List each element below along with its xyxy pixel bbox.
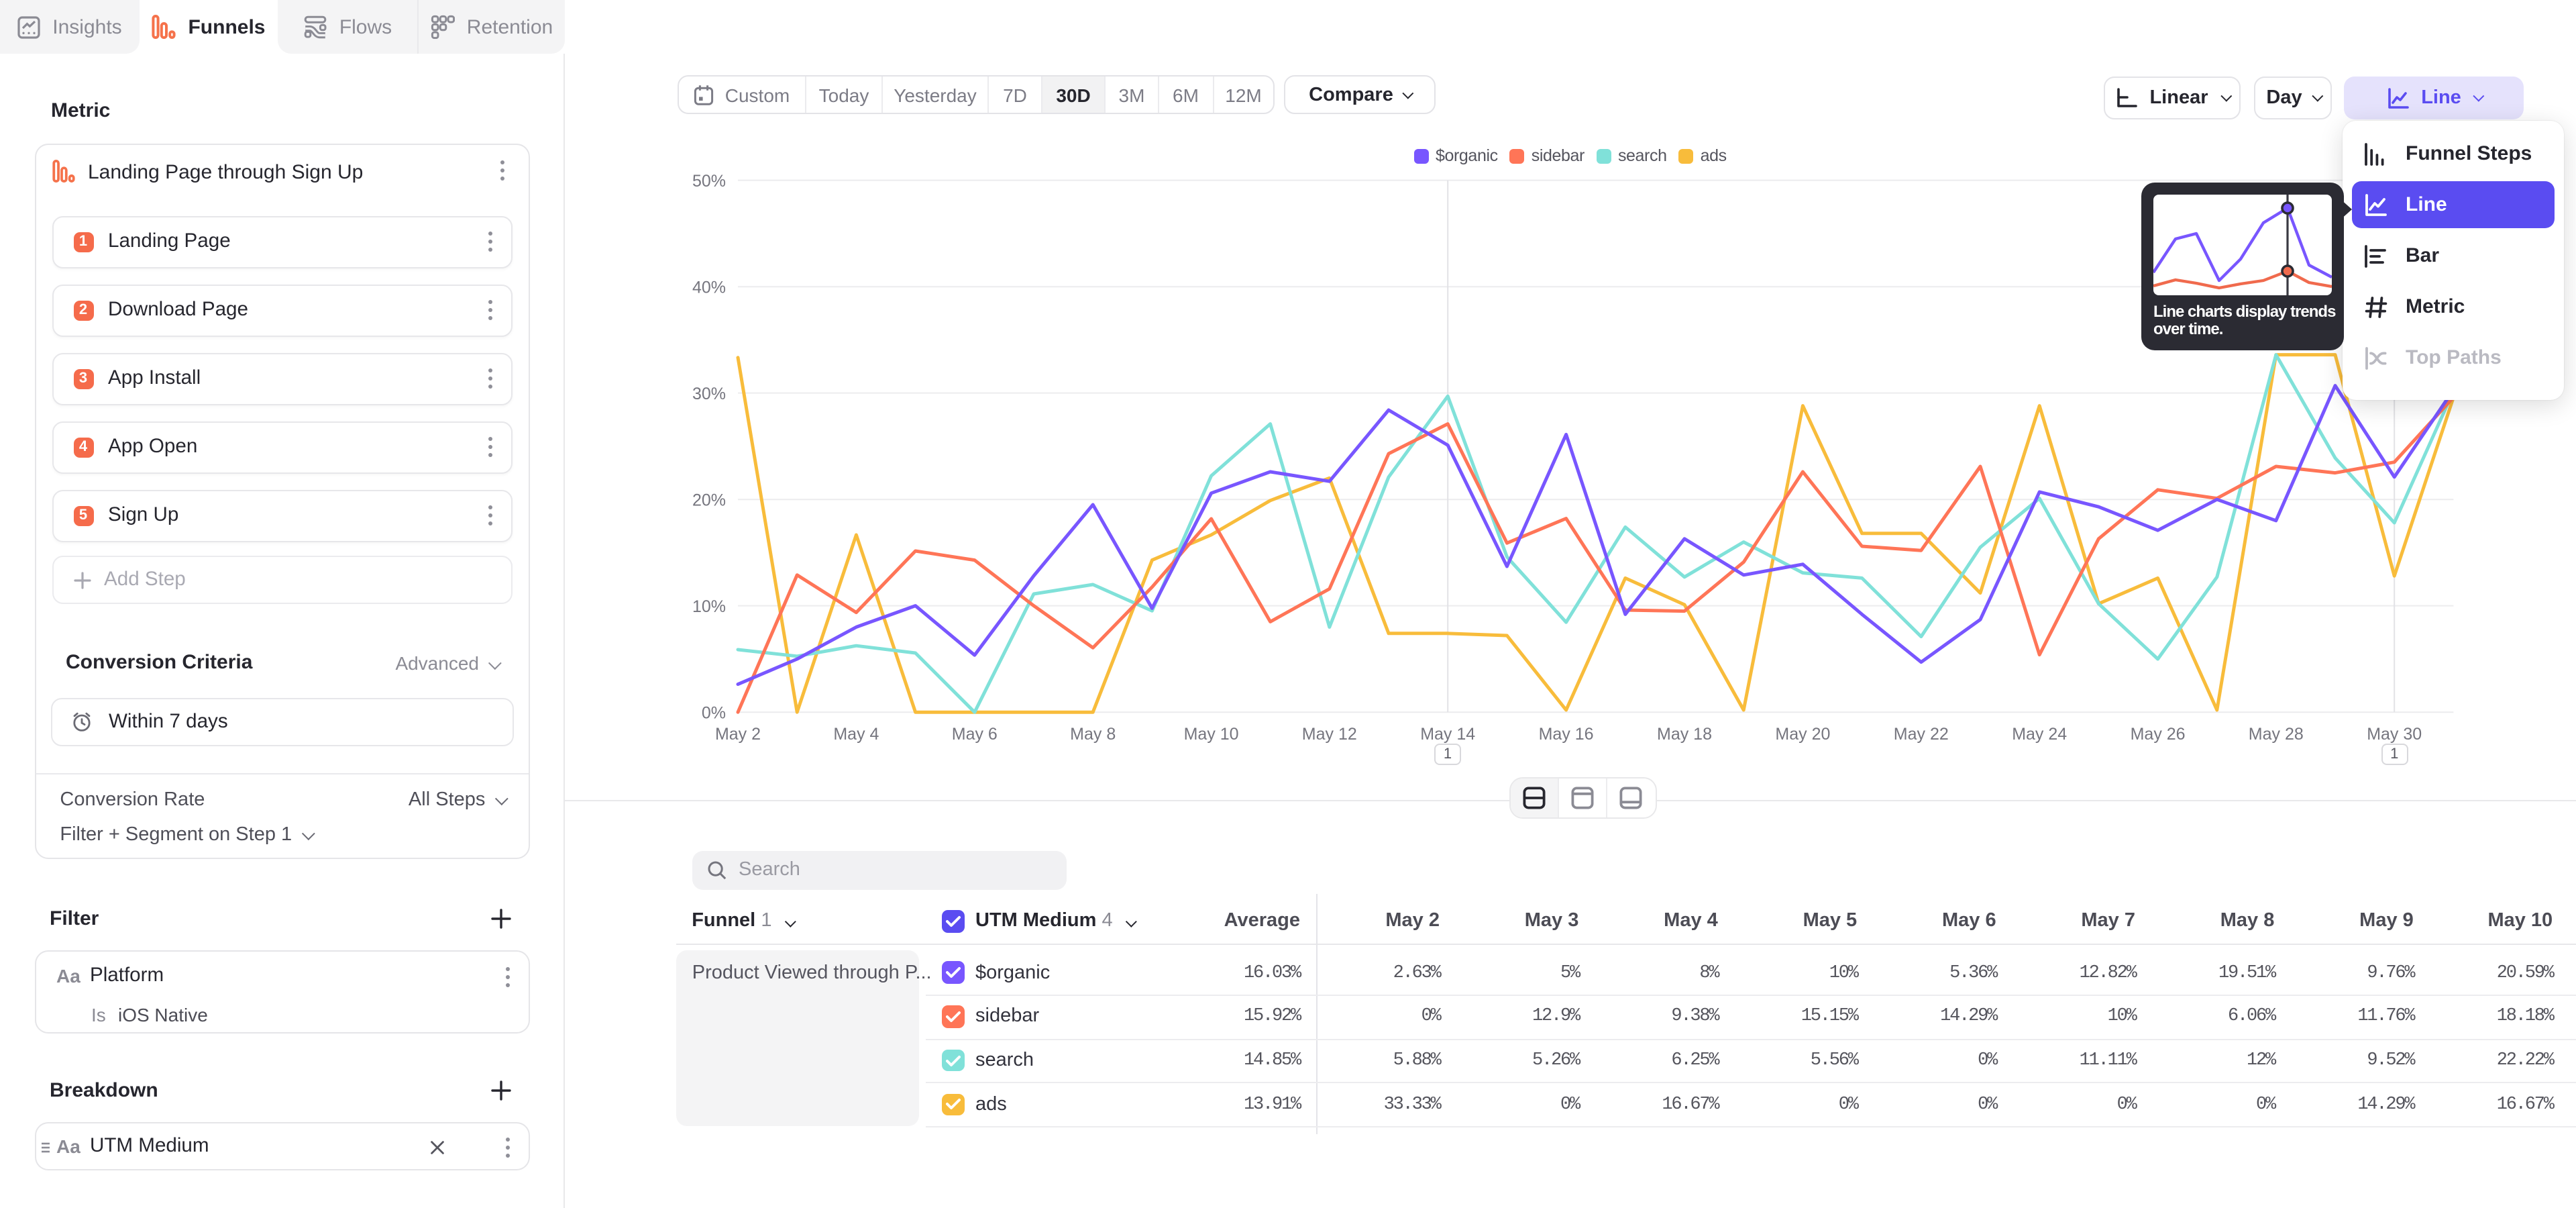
svg-text:May 24: May 24	[2012, 725, 2067, 744]
svg-text:May 30: May 30	[2367, 725, 2422, 744]
svg-text:May 6: May 6	[952, 725, 998, 744]
svg-text:May 20: May 20	[1775, 725, 1830, 744]
svg-text:May 18: May 18	[1657, 725, 1712, 744]
svg-text:May 28: May 28	[2249, 725, 2304, 744]
svg-text:May 4: May 4	[833, 725, 879, 744]
svg-text:20%: 20%	[692, 491, 726, 509]
svg-text:40%: 40%	[692, 278, 726, 297]
svg-text:May 22: May 22	[1894, 725, 1949, 744]
svg-text:50%: 50%	[692, 172, 726, 191]
svg-text:May 8: May 8	[1070, 725, 1116, 744]
svg-text:May 2: May 2	[715, 725, 761, 744]
svg-text:10%: 10%	[692, 597, 726, 616]
svg-text:0%: 0%	[702, 703, 726, 722]
svg-text:May 10: May 10	[1184, 725, 1239, 744]
svg-text:May 26: May 26	[2131, 725, 2186, 744]
svg-text:May 12: May 12	[1302, 725, 1357, 744]
svg-text:May 14: May 14	[1420, 725, 1475, 744]
svg-text:30%: 30%	[692, 385, 726, 403]
svg-text:May 16: May 16	[1539, 725, 1594, 744]
